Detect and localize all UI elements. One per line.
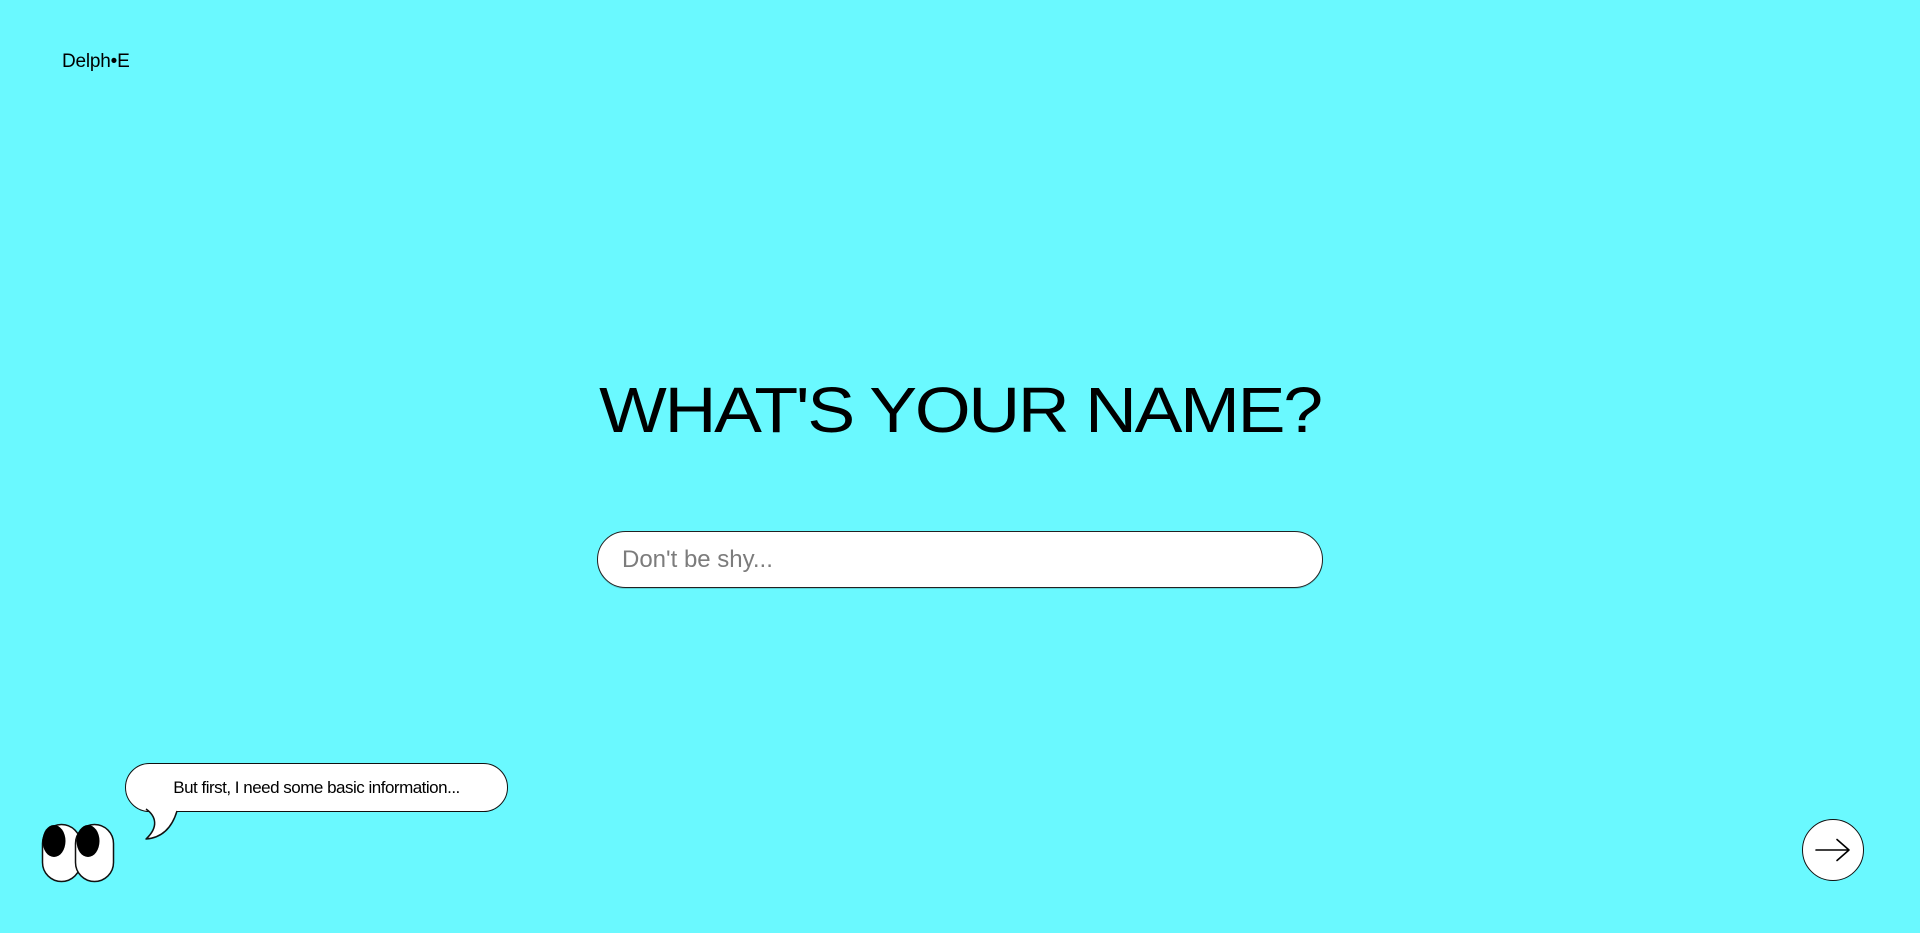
arrow-right-icon [1815, 838, 1850, 862]
page-title: WHAT'S YOUR NAME? [599, 374, 1323, 446]
name-input[interactable] [597, 531, 1323, 588]
speech-bubble-tail-icon [145, 808, 178, 840]
assistant-speech-bubble: But first, I need some basic information… [125, 763, 508, 812]
assistant-message: But first, I need some basic information… [173, 777, 460, 797]
eyes-icon [41, 823, 115, 883]
onboarding-main: WHAT'S YOUR NAME? But first, I need some… [0, 0, 1920, 933]
next-button[interactable] [1802, 819, 1864, 881]
